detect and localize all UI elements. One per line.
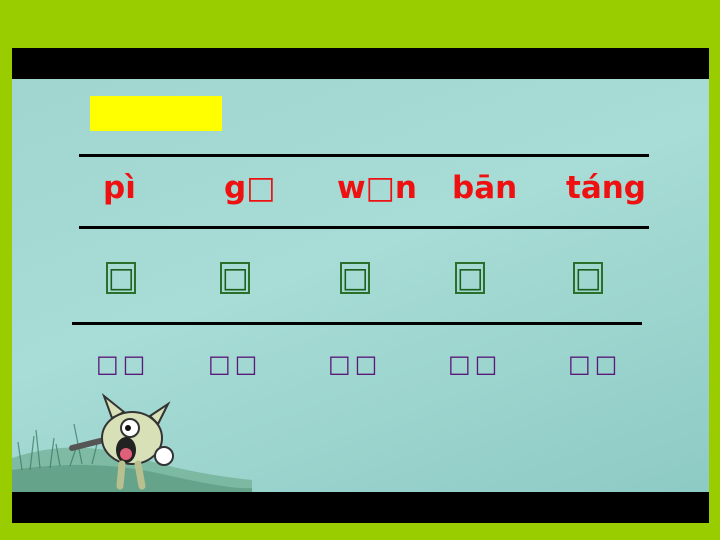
character-1: □ — [106, 261, 136, 294]
bottom-black-bar — [12, 492, 709, 523]
word-2: □□ — [208, 350, 262, 378]
character-4: □ — [455, 261, 485, 294]
pinyin-5: táng — [566, 170, 646, 206]
pinyin-3: w□n — [337, 170, 417, 206]
word-1: □□ — [96, 350, 150, 378]
slide: pì g□ w□n bān táng □ □ □ □ □ □□ □□ □□ □□… — [12, 48, 709, 523]
word-5: □□ — [568, 350, 622, 378]
character-5: □ — [573, 261, 603, 294]
divider-line-top — [79, 154, 649, 157]
divider-line-middle — [79, 226, 649, 229]
pinyin-1: pì — [103, 170, 136, 206]
word-3: □□ — [328, 350, 382, 378]
word-4: □□ — [448, 350, 502, 378]
pinyin-4: bān — [452, 170, 518, 206]
character-3: □ — [340, 261, 370, 294]
pinyin-2: g□ — [224, 170, 276, 206]
yellow-highlight-box[interactable] — [90, 96, 222, 131]
character-2: □ — [220, 261, 250, 294]
grass-hill-with-mascot — [12, 392, 252, 492]
divider-line-bottom — [72, 322, 642, 325]
top-black-bar — [12, 48, 709, 79]
